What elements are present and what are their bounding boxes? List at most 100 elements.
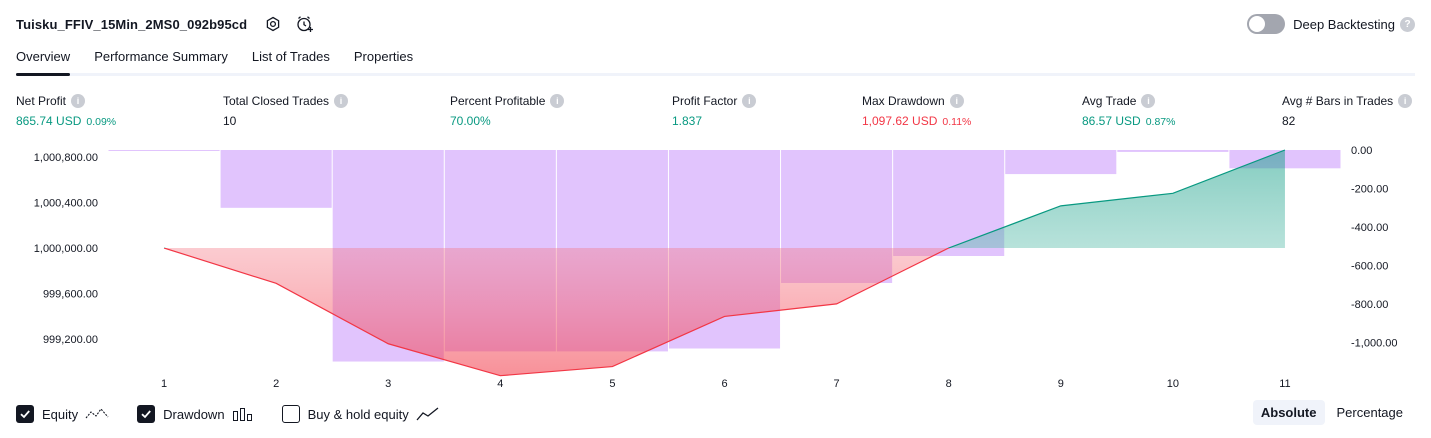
equity-chart-svg: 1,000,800.00 1,000,400.00 1,000,000.00 999,… xyxy=(34,145,1398,390)
legend-equity[interactable]: Equity xyxy=(16,405,109,423)
equity-line-icon xyxy=(85,406,109,422)
stat-label-text: Avg # Bars in Trades xyxy=(1282,94,1394,108)
stat-total-closed-trades: Total Closed Trades i 10 xyxy=(223,93,349,128)
y-right-tick-label: 0.00 xyxy=(1351,145,1372,157)
legend-buy-hold-label: Buy & hold equity xyxy=(307,406,409,422)
help-icon[interactable]: i xyxy=(742,94,757,108)
y-right-tick-label: -200.00 xyxy=(1351,184,1388,196)
stat-percent: 0.11% xyxy=(942,116,972,128)
stat-value-text: 1.837 xyxy=(672,114,703,128)
y-axis-right: 0.00 -200.00 -400.00 -600.00 -800.00 -1,000.0… xyxy=(1351,145,1397,350)
drawdown-bar xyxy=(108,150,220,151)
stat-value: 70.00% xyxy=(450,114,564,128)
x-tick-label: 4 xyxy=(497,378,503,390)
x-tick-label: 5 xyxy=(609,378,615,390)
stat-value-text: 10 xyxy=(223,114,237,128)
stat-value: 1,097.62 USD 0.11% xyxy=(862,114,971,128)
stat-label: Profit Factor i xyxy=(672,93,757,109)
value-mode-switch: Absolute Percentage xyxy=(1249,400,1411,425)
tab-properties[interactable]: Properties xyxy=(354,44,413,73)
stat-label-text: Total Closed Trades xyxy=(223,94,330,108)
stat-label: Avg # Bars in Trades i xyxy=(1282,93,1413,109)
deep-backtesting: Deep Backtesting ? xyxy=(1247,14,1415,34)
stat-label: Max Drawdown i xyxy=(862,93,971,109)
settings-icon[interactable] xyxy=(263,14,283,34)
buy-hold-line-icon xyxy=(416,406,440,422)
stat-label-text: Net Profit xyxy=(16,94,67,108)
stat-percent: 0.87% xyxy=(1145,116,1176,128)
legend-drawdown-label: Drawdown xyxy=(163,406,225,422)
stat-value-text: 82 xyxy=(1282,114,1296,128)
stat-value-text: 865.74 USD xyxy=(16,114,82,128)
equity-checkbox[interactable] xyxy=(16,405,34,423)
stat-label: Net Profit i xyxy=(16,93,116,109)
drawdown-checkbox[interactable] xyxy=(137,405,156,423)
tab-performance-summary[interactable]: Performance Summary xyxy=(94,44,228,73)
y-right-tick-label: -400.00 xyxy=(1351,222,1388,234)
y-right-tick-label: -600.00 xyxy=(1351,261,1388,273)
tab-list-of-trades[interactable]: List of Trades xyxy=(252,44,330,73)
drawdown-bar xyxy=(1005,150,1117,175)
add-alert-icon[interactable] xyxy=(295,14,315,34)
help-icon[interactable]: i xyxy=(550,94,565,108)
stat-value: 865.74 USD 0.09% xyxy=(16,114,116,128)
stat-label-text: Max Drawdown xyxy=(862,94,945,108)
drawdown-bar xyxy=(220,150,332,208)
report-tabs: Overview Performance Summary List of Tra… xyxy=(16,44,1415,76)
y-left-tick-label: 1,000,400.00 xyxy=(34,197,98,209)
stat-profit-factor: Profit Factor i 1.837 xyxy=(672,93,757,128)
buy-hold-checkbox[interactable] xyxy=(281,405,300,423)
deep-backtesting-label: Deep Backtesting xyxy=(1293,16,1395,32)
percentage-button[interactable]: Percentage xyxy=(1329,400,1412,425)
help-icon[interactable]: i xyxy=(71,94,86,108)
x-tick-label: 11 xyxy=(1279,378,1290,390)
y-left-tick-label: 999,600.00 xyxy=(43,289,98,301)
drawdown-bars-icon xyxy=(232,406,254,422)
strategy-header: Tuisku_FFIV_15Min_2MS0_092b95cd xyxy=(16,12,315,36)
help-icon[interactable]: i xyxy=(1141,94,1156,108)
toggle-knob xyxy=(1249,16,1266,32)
x-axis: 1 2 3 4 5 6 7 8 9 10 11 xyxy=(161,378,1291,390)
x-tick-label: 6 xyxy=(721,378,727,390)
x-tick-label: 10 xyxy=(1167,378,1179,390)
stat-value: 82 xyxy=(1282,114,1412,128)
strategy-title: Tuisku_FFIV_15Min_2MS0_092b95cd xyxy=(16,16,248,32)
x-tick-label: 2 xyxy=(273,378,279,390)
stat-label-text: Profit Factor xyxy=(672,94,738,108)
x-tick-label: 3 xyxy=(385,378,391,390)
y-left-tick-label: 999,200.00 xyxy=(43,334,98,346)
help-icon[interactable]: i xyxy=(1398,94,1413,108)
y-right-tick-label: -1,000.00 xyxy=(1351,338,1397,350)
stat-avg-bars-in-trades: Avg # Bars in Trades i 82 xyxy=(1282,93,1413,128)
legend-buy-hold[interactable]: Buy & hold equity xyxy=(281,405,440,423)
y-axis-left: 1,000,800.00 1,000,400.00 1,000,000.00 999,… xyxy=(34,152,98,346)
stat-value: 10 xyxy=(223,114,348,128)
stat-label: Total Closed Trades i xyxy=(223,93,349,109)
drawdown-bar xyxy=(1117,150,1229,152)
x-tick-label: 1 xyxy=(161,378,167,390)
stat-value-text: 86.57 USD xyxy=(1082,114,1141,128)
stat-label: Percent Profitable i xyxy=(450,93,565,109)
x-tick-label: 8 xyxy=(946,378,952,390)
stat-value-text: 1,097.62 USD xyxy=(862,114,938,128)
legend-equity-label: Equity xyxy=(42,406,79,422)
help-icon[interactable]: i xyxy=(334,94,349,108)
help-icon[interactable]: i xyxy=(949,94,964,108)
equity-chart[interactable]: 1,000,800.00 1,000,400.00 1,000,000.00 999,… xyxy=(0,140,1431,395)
legend-drawdown[interactable]: Drawdown xyxy=(137,405,253,423)
chart-legend: Equity Drawdown Buy & hold equity xyxy=(16,404,468,424)
stat-value-text: 70.00% xyxy=(450,114,491,128)
stat-percent-profitable: Percent Profitable i 70.00% xyxy=(450,93,565,128)
absolute-button[interactable]: Absolute xyxy=(1252,400,1325,425)
deep-backtesting-toggle[interactable] xyxy=(1247,14,1286,34)
stat-value: 1.837 xyxy=(672,114,756,128)
stat-percent: 0.09% xyxy=(86,116,117,128)
y-left-tick-label: 1,000,000.00 xyxy=(34,243,98,255)
x-tick-label: 9 xyxy=(1058,378,1064,390)
stat-label-text: Avg Trade xyxy=(1082,94,1137,108)
stat-label: Avg Trade i xyxy=(1082,93,1175,109)
help-icon[interactable]: ? xyxy=(1400,16,1415,32)
stat-value: 86.57 USD 0.87% xyxy=(1082,114,1175,128)
tab-overview[interactable]: Overview xyxy=(16,44,71,76)
stat-net-profit: Net Profit i 865.74 USD 0.09% xyxy=(16,93,116,128)
